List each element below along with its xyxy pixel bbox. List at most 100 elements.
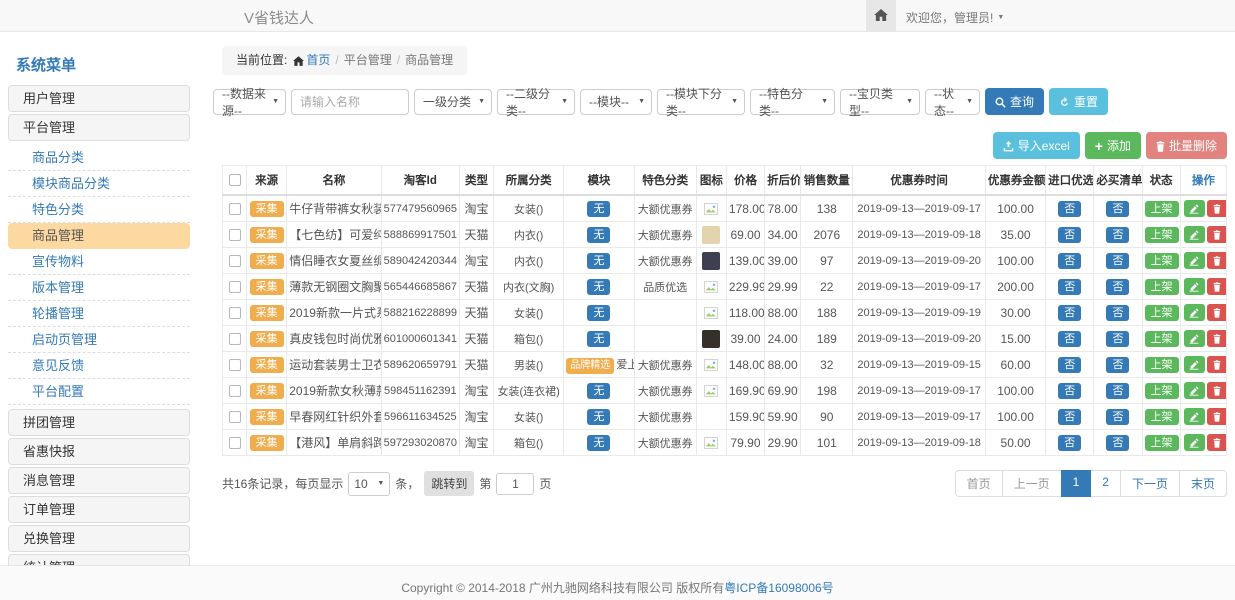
discount-price-cell: 88.00	[765, 300, 801, 326]
sidebar-item[interactable]: 轮播管理	[8, 301, 190, 327]
page-button[interactable]: 上一页	[1002, 470, 1062, 497]
coupon-time-cell: 2019-09-13—2019-09-18	[853, 222, 986, 248]
edit-button[interactable]	[1184, 434, 1205, 451]
filter-select[interactable]: --特色分类--▼	[750, 89, 835, 115]
row-checkbox[interactable]	[229, 385, 241, 397]
add-button[interactable]: + 添加	[1085, 132, 1141, 159]
sidebar-item[interactable]: 启动页管理	[8, 327, 190, 353]
edit-button[interactable]	[1184, 278, 1205, 295]
status-badge: 上架	[1145, 279, 1179, 295]
row-checkbox[interactable]	[229, 255, 241, 267]
sidebar-group[interactable]: 用户管理	[8, 85, 190, 112]
edit-button[interactable]	[1184, 226, 1205, 243]
source-badge: 采集	[250, 331, 284, 347]
row-checkbox[interactable]	[229, 359, 241, 371]
edit-button[interactable]	[1184, 304, 1205, 321]
row-checkbox[interactable]	[229, 307, 241, 319]
user-menu[interactable]: 欢迎您，管理员! ▼	[906, 9, 1004, 26]
sidebar-group[interactable]: 兑换管理	[8, 525, 190, 552]
product-name-cell: 薄款无钢圈文胸聚拢性...	[287, 274, 381, 300]
per-page-select[interactable]: 10 ▼	[348, 472, 390, 496]
sidebar-item[interactable]: 意见反馈	[8, 353, 190, 379]
sidebar-item[interactable]: 商品分类	[8, 145, 190, 171]
module-badge: 无	[587, 201, 610, 217]
edit-button[interactable]	[1184, 408, 1205, 425]
icon-cell	[696, 274, 726, 300]
name-input[interactable]	[291, 89, 409, 115]
delete-button[interactable]	[1207, 330, 1227, 347]
edit-button[interactable]	[1184, 200, 1205, 217]
filter-select[interactable]: --模块下分类--▼	[657, 89, 745, 115]
delete-button[interactable]	[1207, 408, 1227, 425]
filter-select[interactable]: --宝贝类型--▼	[840, 89, 920, 115]
sidebar-item[interactable]: 特色分类	[8, 197, 190, 223]
sidebar-group[interactable]: 订单管理	[8, 496, 190, 523]
page-button[interactable]: 末页	[1179, 470, 1227, 497]
sidebar-group[interactable]: 平台管理	[8, 114, 190, 141]
jump-button[interactable]: 跳转到	[424, 471, 474, 496]
page-button[interactable]: 2	[1090, 470, 1121, 497]
edit-button[interactable]	[1184, 252, 1205, 269]
caret-down-icon: ▼	[272, 98, 279, 105]
filter-select[interactable]: --数据来源--▼	[213, 89, 286, 115]
sidebar-item[interactable]: 模块商品分类	[8, 171, 190, 197]
row-checkbox[interactable]	[229, 437, 241, 449]
page-button[interactable]: 1	[1061, 470, 1092, 497]
import-excel-button[interactable]: 导入excel	[993, 132, 1080, 159]
delete-button[interactable]	[1207, 356, 1227, 373]
status-badge: 上架	[1145, 435, 1179, 451]
delete-button[interactable]	[1207, 278, 1227, 295]
sidebar-item[interactable]: 宣传物料	[8, 249, 190, 275]
select-all-checkbox[interactable]	[229, 174, 241, 186]
must-buy-badge: 否	[1106, 253, 1129, 269]
filter-select[interactable]: --状态--▼	[925, 89, 980, 115]
product-name-cell: 早春网红针织外套女春...	[287, 404, 381, 430]
edit-button[interactable]	[1184, 330, 1205, 347]
sales-cell: 32	[801, 352, 853, 378]
price-cell: 229.99	[726, 274, 764, 300]
icp-link[interactable]: 粤ICP备16098006号	[724, 581, 833, 595]
must-buy-cell: 否	[1094, 404, 1142, 430]
breadcrumb-home-link[interactable]: 首页	[306, 53, 330, 67]
batch-delete-button[interactable]: 批量删除	[1146, 132, 1227, 159]
filter-select[interactable]: --二级分类--▼	[497, 89, 575, 115]
page-number-input[interactable]	[496, 473, 534, 495]
row-checkbox[interactable]	[229, 229, 241, 241]
search-button[interactable]: 查询	[985, 88, 1044, 115]
home-button[interactable]	[866, 0, 896, 31]
delete-button[interactable]	[1207, 226, 1227, 243]
checkbox-cell	[223, 326, 247, 352]
row-checkbox[interactable]	[229, 203, 241, 215]
page-button[interactable]: 首页	[955, 470, 1003, 497]
edit-button[interactable]	[1184, 382, 1205, 399]
delete-button[interactable]	[1207, 304, 1227, 321]
type-cell: 淘宝	[459, 195, 493, 222]
import-select-badge: 否	[1058, 253, 1081, 269]
sidebar-group[interactable]: 拼团管理	[8, 409, 190, 436]
edit-button[interactable]	[1184, 356, 1205, 373]
page-button[interactable]: 下一页	[1120, 470, 1180, 497]
sidebar-group[interactable]: 省惠快报	[8, 438, 190, 465]
delete-button[interactable]	[1207, 382, 1227, 399]
row-checkbox[interactable]	[229, 281, 241, 293]
copyright-text: Copyright © 2014-2018 广州九驰网络科技有限公司 版权所有	[401, 581, 724, 595]
delete-button[interactable]	[1207, 200, 1227, 217]
filter-select[interactable]: 一级分类▼	[414, 89, 492, 115]
filter-select[interactable]: --模块--▼	[580, 89, 652, 115]
reset-button[interactable]: 重置	[1049, 88, 1108, 115]
sidebar-item[interactable]: 版本管理	[8, 275, 190, 301]
column-header: 优惠券金额	[985, 166, 1045, 196]
sidebar-group[interactable]: 消息管理	[8, 467, 190, 494]
delete-button[interactable]	[1207, 434, 1227, 451]
welcome-text: 欢迎您，管理员!	[906, 9, 993, 26]
taoke-id-cell: 589042420344	[381, 248, 459, 274]
sidebar-item[interactable]: 商品管理	[8, 223, 190, 249]
discount-price-cell: 69.90	[765, 378, 801, 404]
row-checkbox[interactable]	[229, 411, 241, 423]
filter-select-label: 一级分类	[423, 93, 471, 110]
row-checkbox[interactable]	[229, 333, 241, 345]
column-header: 图标	[696, 166, 726, 196]
delete-button[interactable]	[1207, 252, 1227, 269]
sidebar-item[interactable]: 平台配置	[8, 379, 190, 405]
taoke-id-cell: 601000601341	[381, 326, 459, 352]
